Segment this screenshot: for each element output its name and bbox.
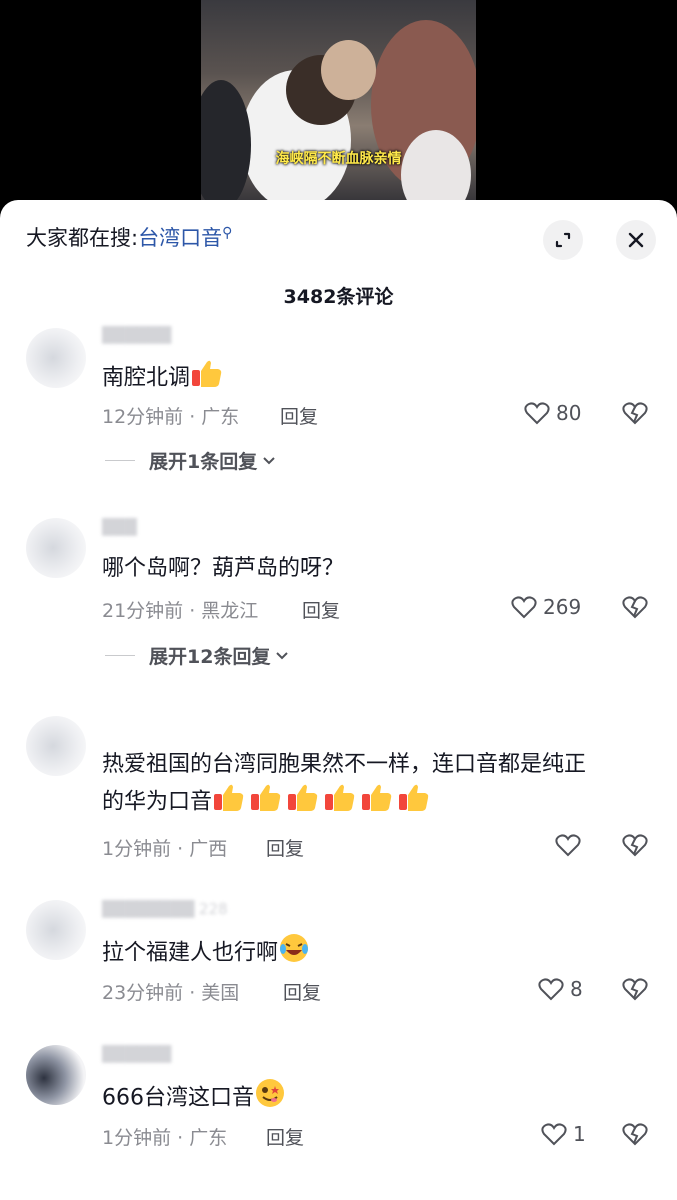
heart-icon (541, 1123, 567, 1146)
reply-button[interactable]: 回复 (283, 978, 321, 1005)
thumbs-up-icons (212, 782, 432, 823)
avatar[interactable] (26, 328, 86, 388)
broken-heart-icon (622, 596, 648, 619)
comment-meta: 1分钟前 · 广东 (102, 1127, 228, 1149)
like-count: 8 (570, 977, 583, 1001)
comment-text: 哪个岛啊？葫芦岛的呀？ (102, 556, 345, 581)
avatar[interactable] (26, 518, 86, 578)
reply-button[interactable]: 回复 (266, 834, 304, 861)
like-button[interactable]: 8 (538, 977, 583, 1001)
reply-button[interactable]: 回复 (302, 596, 340, 623)
chevron-down-icon (263, 456, 275, 464)
username[interactable]: ████████ 228 (102, 900, 228, 918)
like-button[interactable]: 269 (511, 595, 581, 619)
expand-replies[interactable]: 展开1条回复 (105, 447, 277, 474)
comment-meta: 21分钟前 · 黑龙江 (102, 600, 259, 622)
broken-heart-icon (622, 1123, 648, 1146)
video-subtitle: 海峡隔不断血脉亲情 (275, 151, 402, 167)
close-icon (628, 232, 644, 248)
like-count: 1 (573, 1122, 586, 1146)
search-prefix: 大家都在搜: (26, 226, 139, 250)
thumbs-up-icon (190, 358, 224, 399)
broken-heart-icon (622, 978, 648, 1001)
comment-text: 666台湾这口音 (102, 1077, 657, 1120)
comment-count: 3482条评论 (283, 286, 394, 308)
like-button[interactable] (555, 833, 581, 857)
reply-button[interactable]: 回复 (280, 402, 318, 429)
comment-panel: 大家都在搜:台湾口音⚲ 3482条评论 ██████ 南腔北调 12分钟前 · … (0, 200, 677, 1200)
avatar[interactable] (26, 1045, 86, 1105)
like-count: 269 (543, 595, 582, 619)
heart-icon (538, 978, 564, 1001)
video-area[interactable]: 海峡隔不断血脉亲情 (0, 0, 677, 210)
video-frame[interactable]: 海峡隔不断血脉亲情 (201, 0, 476, 210)
search-term[interactable]: 台湾口音 (138, 226, 222, 250)
comment-text: 热爱祖国的台湾同胞果然不一样，连口音都是纯正 的华为口音 (102, 748, 657, 823)
like-count: 80 (556, 401, 582, 425)
chevron-down-icon (276, 651, 289, 659)
heart-icon (511, 596, 537, 619)
heart-icon (555, 834, 581, 857)
search-suggestion[interactable]: 大家都在搜:台湾口音⚲ (26, 222, 232, 252)
comment-text: 南腔北调 (102, 358, 657, 399)
expand-icon (555, 232, 571, 248)
avatar[interactable] (26, 716, 86, 776)
broken-heart-icon (622, 402, 648, 425)
comment-text: 拉个福建人也行啊 (102, 932, 657, 975)
comment-meta: 12分钟前 · 广东 (102, 406, 240, 428)
dislike-button[interactable] (622, 401, 648, 429)
comment-meta: 23分钟前 · 美国 (102, 982, 240, 1004)
dislike-button[interactable] (622, 977, 648, 1005)
search-icon: ⚲ (222, 225, 233, 241)
avatar[interactable] (26, 900, 86, 960)
dislike-button[interactable] (622, 833, 648, 861)
dislike-button[interactable] (622, 595, 648, 623)
star-struck-icon (254, 1077, 286, 1120)
heart-icon (524, 402, 550, 425)
expand-button[interactable] (543, 220, 583, 260)
like-button[interactable]: 80 (524, 401, 581, 425)
reply-button[interactable]: 回复 (266, 1123, 304, 1150)
username[interactable]: ███ (102, 518, 137, 536)
comment-meta: 1分钟前 · 广西 (102, 838, 228, 860)
broken-heart-icon (622, 834, 648, 857)
dislike-button[interactable] (622, 1122, 648, 1150)
like-button[interactable]: 1 (541, 1122, 586, 1146)
username[interactable]: ██████ (102, 326, 171, 344)
expand-replies[interactable]: 展开12条回复 (105, 642, 290, 669)
username[interactable]: ██████ (102, 1045, 171, 1063)
laughing-crying-icon (278, 932, 310, 975)
close-button[interactable] (616, 220, 656, 260)
